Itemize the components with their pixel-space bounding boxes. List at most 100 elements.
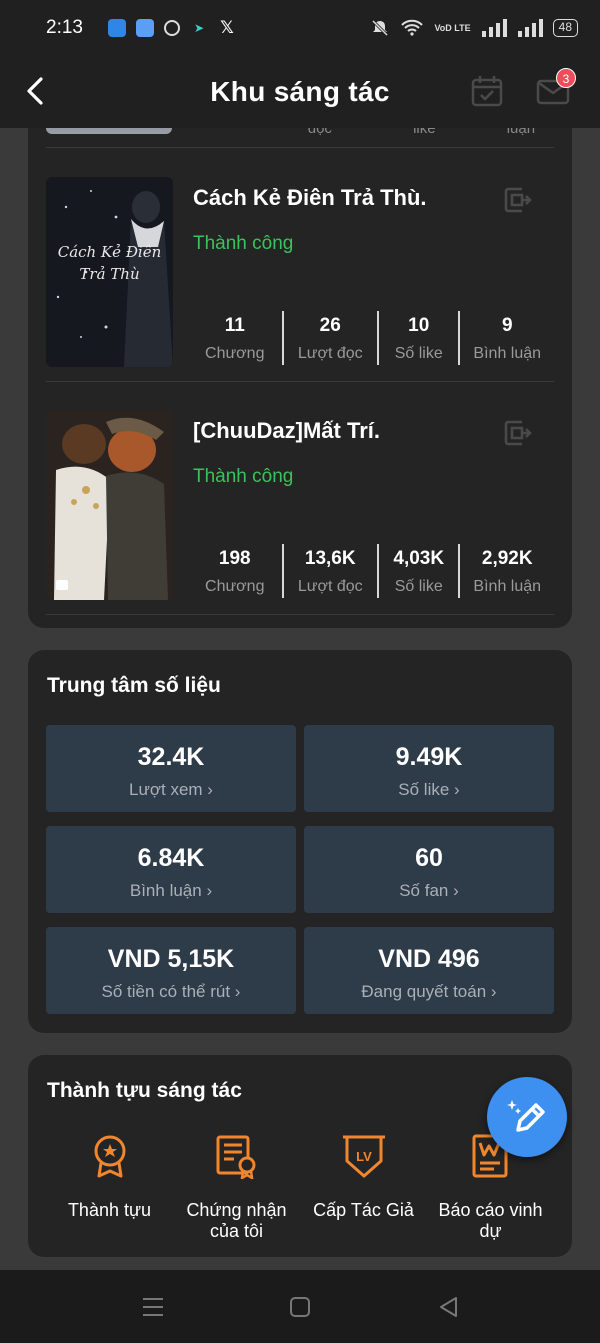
stat-value: 10 bbox=[408, 315, 430, 336]
stat-value: 13,6K bbox=[304, 548, 356, 569]
section-title: Trung tâm số liệu bbox=[47, 674, 221, 697]
achievement-item[interactable]: Chứng nhận của tôi bbox=[173, 1133, 300, 1242]
network-label: VoD LTE bbox=[434, 22, 471, 33]
chat-icon bbox=[56, 580, 68, 590]
medal-icon bbox=[94, 1135, 125, 1178]
wifi-icon bbox=[401, 19, 424, 36]
app-notification-icon bbox=[136, 19, 154, 37]
stat-comments: 9 Bình luận bbox=[460, 311, 554, 365]
battery-indicator: 48 bbox=[552, 19, 578, 37]
x-icon: 𝕏 bbox=[220, 18, 234, 37]
back-button[interactable] bbox=[24, 74, 52, 108]
stat-comments: 2,92K Bình luận bbox=[460, 544, 554, 598]
stats-grid: 32.4K Lượt xem › 9.49K Số like › 6.84K Bình… bbox=[46, 725, 554, 1014]
svg-text:LV: LV bbox=[356, 1149, 372, 1164]
stat-chapters: 11 Chương bbox=[188, 311, 284, 365]
achievement-label: Thành tựu bbox=[67, 1200, 152, 1220]
edit-icon bbox=[504, 187, 532, 213]
works-list: Chương Lượt đọc Số like Bình luận Cách K… bbox=[28, 70, 572, 628]
chevron-left-icon bbox=[27, 77, 43, 105]
stat-reads: 13,6K Lượt đọc bbox=[284, 544, 379, 598]
stats-row: 11 Chương 26 Lượt đọc 10 Số like 9 Bình luận bbox=[188, 311, 554, 365]
stat-label: Số like bbox=[394, 345, 443, 362]
pinterest-icon bbox=[164, 20, 180, 36]
app-header: Khu sáng tác 3 bbox=[0, 56, 600, 128]
stat-value: 2,92K bbox=[481, 548, 533, 569]
chevron-right-icon: › bbox=[490, 982, 497, 1001]
achievement-item[interactable]: LV Cấp Tác Giả bbox=[300, 1133, 427, 1242]
views-tile[interactable]: 32.4K Lượt xem › bbox=[46, 725, 296, 812]
stat-likes: 4,03K Số like bbox=[379, 544, 461, 598]
stat-value: 26 bbox=[319, 315, 341, 336]
chevron-right-icon: › bbox=[206, 881, 213, 900]
work-title[interactable]: [ChuuDaz]Mất Trí. bbox=[193, 418, 380, 444]
stat-label: Lượt đọc bbox=[297, 578, 363, 595]
level-badge-icon: LV bbox=[342, 1135, 385, 1178]
tile-label: Đang quyết toán › bbox=[361, 982, 497, 1001]
book-cover bbox=[46, 410, 173, 600]
stat-label: Chương bbox=[205, 578, 265, 595]
signal-icon bbox=[517, 19, 543, 37]
certificate-icon bbox=[216, 1135, 255, 1181]
write-button[interactable] bbox=[487, 1077, 567, 1157]
status-bar: 2:13 ➤ 𝕏 VoD LTE 48 bbox=[0, 0, 600, 56]
app-notification-icon: ➤ bbox=[193, 21, 205, 35]
edit-button[interactable] bbox=[502, 185, 532, 215]
menu-icon[interactable] bbox=[140, 1294, 166, 1320]
stat-label: Bình luận bbox=[473, 578, 542, 595]
system-nav-bar bbox=[0, 1270, 600, 1343]
list-item[interactable]: Cách Kẻ Điên Trả Thù Cách Kẻ Điên Trả Th… bbox=[46, 149, 554, 382]
cover-title: Cách Kẻ Điên Trả Thù bbox=[57, 243, 162, 283]
stat-likes: 10 Số like bbox=[379, 311, 461, 365]
data-center-card: Trung tâm số liệu 32.4K Lượt xem › 9.49K S… bbox=[28, 650, 572, 1033]
stat-value: 9 bbox=[501, 315, 513, 336]
tile-label: Bình luận › bbox=[129, 881, 213, 900]
chevron-right-icon: › bbox=[234, 982, 241, 1001]
stat-chapters: 198 Chương bbox=[188, 544, 284, 598]
page-title: Khu sáng tác bbox=[210, 76, 390, 107]
notification-icons: ➤ 𝕏 bbox=[108, 18, 236, 37]
section-title: Thành tựu sáng tác bbox=[47, 1079, 242, 1102]
calendar-button[interactable] bbox=[470, 74, 504, 108]
comments-tile[interactable]: 6.84K Bình luận › bbox=[46, 826, 296, 913]
tile-label: Lượt xem › bbox=[129, 780, 213, 799]
stat-label: Chương bbox=[205, 345, 265, 362]
likes-tile[interactable]: 9.49K Số like › bbox=[304, 725, 554, 812]
status-label: Thành công bbox=[193, 466, 294, 487]
pencil-icon bbox=[507, 1100, 545, 1132]
status-time: 2:13 bbox=[46, 17, 83, 38]
tile-value: 60 bbox=[415, 844, 443, 872]
achievement-item[interactable]: Thành tựu bbox=[46, 1133, 173, 1242]
tile-value: 9.49K bbox=[395, 743, 463, 771]
status-label: Thành công bbox=[193, 233, 294, 254]
mail-button[interactable]: 3 bbox=[536, 68, 576, 108]
stat-label: Bình luận bbox=[473, 345, 542, 362]
stat-value: 4,03K bbox=[393, 548, 445, 569]
work-title[interactable]: Cách Kẻ Điên Trả Thù. bbox=[193, 185, 427, 211]
settling-tile[interactable]: VND 496 Đang quyết toán › bbox=[304, 927, 554, 1014]
calendar-check-icon bbox=[471, 76, 503, 107]
withdrawable-tile[interactable]: VND 5,15K Số tiền có thể rút › bbox=[46, 927, 296, 1014]
stat-value: 11 bbox=[224, 315, 245, 336]
app-notification-icon bbox=[108, 19, 126, 37]
tile-value: VND 5,15K bbox=[107, 945, 235, 973]
fans-tile[interactable]: 60 Số fan › bbox=[304, 826, 554, 913]
achievement-label: Chứng nhận của tôi bbox=[186, 1200, 287, 1241]
list-item[interactable]: [ChuuDaz]Mất Trí. Thành công 198 Chương 1… bbox=[46, 382, 554, 615]
achievements-card: Thành tựu sáng tác Thành tựu Chứng nhận … bbox=[28, 1055, 572, 1257]
tile-label: Số tiền có thể rút › bbox=[101, 982, 241, 1001]
edit-icon bbox=[504, 420, 532, 446]
stat-reads: 26 Lượt đọc bbox=[284, 311, 379, 365]
stat-label: Lượt đọc bbox=[297, 345, 363, 362]
tile-label: Số fan › bbox=[399, 881, 459, 900]
tile-value: 32.4K bbox=[137, 743, 205, 771]
back-nav-icon[interactable] bbox=[436, 1294, 462, 1320]
chevron-right-icon: › bbox=[207, 780, 213, 799]
home-icon[interactable] bbox=[287, 1294, 313, 1320]
stat-label: Số like bbox=[394, 578, 443, 595]
edit-button[interactable] bbox=[502, 418, 532, 448]
tile-value: VND 496 bbox=[378, 945, 480, 973]
mail-badge: 3 bbox=[556, 68, 576, 88]
achievement-label: Cấp Tác Giả bbox=[313, 1200, 414, 1220]
chevron-right-icon: › bbox=[453, 881, 459, 900]
